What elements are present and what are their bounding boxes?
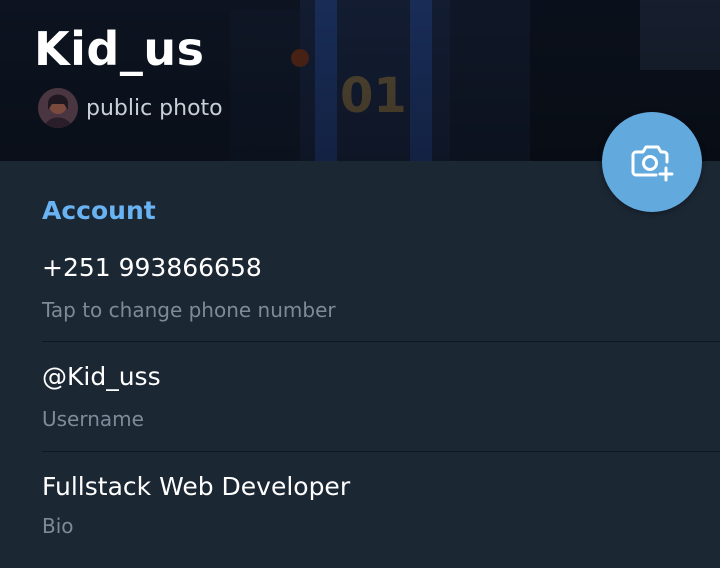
username-row[interactable]: @Kid_uss Username xyxy=(0,342,720,451)
profile-settings-screen: 01 Kid_us public photo Account xyxy=(0,0,720,568)
phone-number-row[interactable]: +251 993866658 Tap to change phone numbe… xyxy=(0,240,720,342)
phone-number-caption: Tap to change phone number xyxy=(42,298,336,322)
profile-name: Kid_us xyxy=(34,22,205,76)
username-caption: Username xyxy=(42,407,144,431)
username-value: @Kid_uss xyxy=(42,362,161,391)
profile-status-row[interactable]: public photo xyxy=(38,88,223,128)
avatar-photo-icon xyxy=(38,88,78,128)
phone-number-value: +251 993866658 xyxy=(42,253,262,282)
bio-caption: Bio xyxy=(42,514,74,538)
bio-row[interactable]: Fullstack Web Developer Bio xyxy=(0,452,720,568)
profile-status-label: public photo xyxy=(86,95,223,121)
avatar[interactable] xyxy=(38,88,78,128)
account-section-title: Account xyxy=(42,196,156,225)
bio-value: Fullstack Web Developer xyxy=(42,472,351,501)
add-photo-camera-icon xyxy=(631,145,674,182)
add-photo-button[interactable] xyxy=(602,112,702,212)
